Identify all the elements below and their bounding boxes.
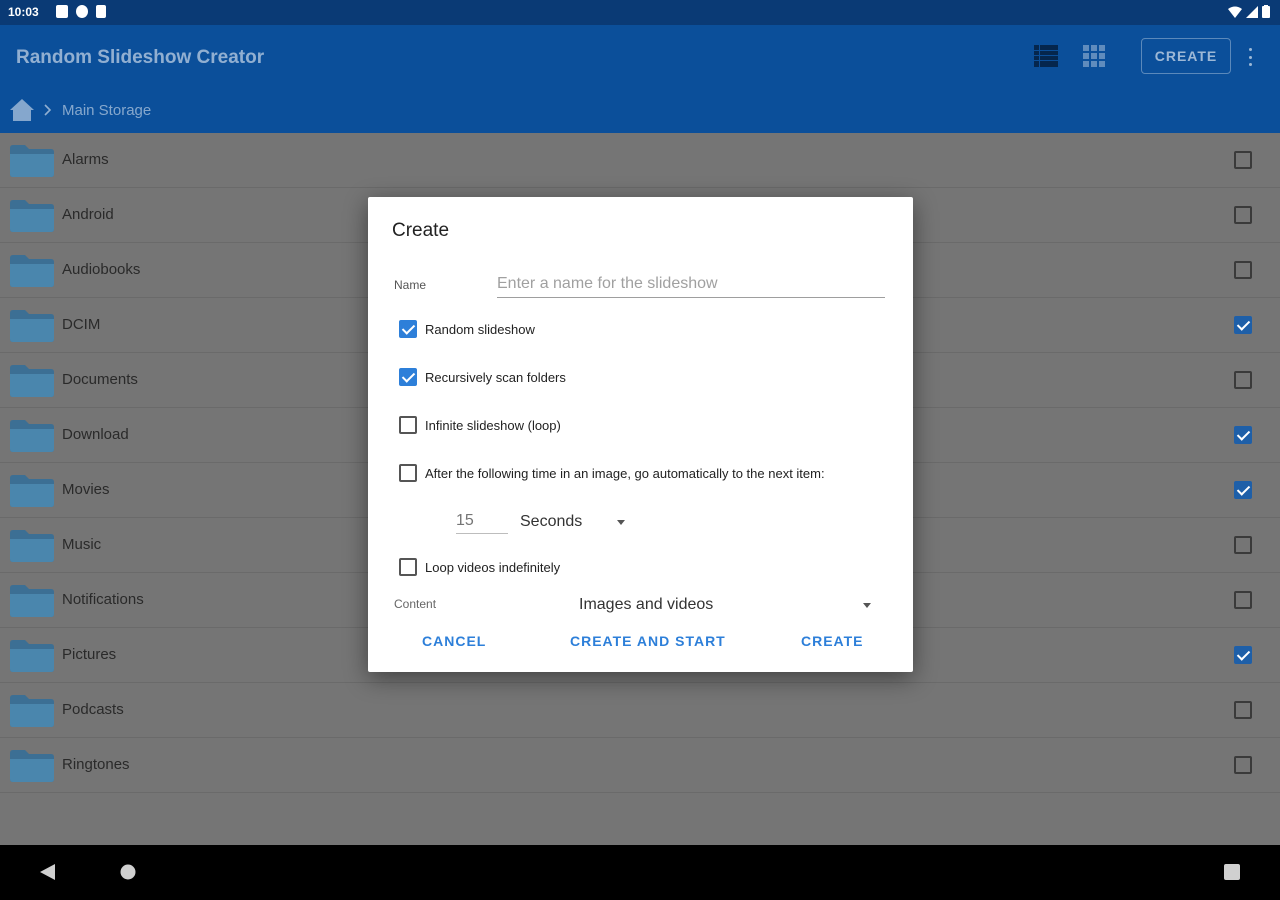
recursive-scan-checkbox[interactable] bbox=[399, 368, 417, 386]
random-slideshow-checkbox[interactable] bbox=[399, 320, 417, 338]
grid-view-icon bbox=[1083, 45, 1105, 67]
status-time: 10:03 bbox=[8, 5, 39, 19]
dialog-create-button[interactable]: CREATE bbox=[801, 633, 864, 649]
folder-checkbox[interactable] bbox=[1234, 536, 1252, 554]
folder-icon bbox=[10, 530, 54, 562]
overflow-menu-button[interactable] bbox=[1244, 45, 1256, 69]
folder-icon bbox=[10, 640, 54, 672]
folder-checkbox[interactable] bbox=[1234, 261, 1252, 279]
random-slideshow-option[interactable]: Random slideshow bbox=[399, 320, 535, 338]
folder-row[interactable]: Ringtones bbox=[0, 738, 1280, 793]
loop-videos-checkbox[interactable] bbox=[399, 558, 417, 576]
folder-icon bbox=[10, 420, 54, 452]
recursive-scan-option[interactable]: Recursively scan folders bbox=[399, 368, 566, 386]
folder-name: Download bbox=[62, 426, 129, 443]
folder-icon bbox=[10, 750, 54, 782]
overflow-dot bbox=[1248, 55, 1252, 59]
folder-name: Music bbox=[62, 536, 102, 553]
folder-checkbox[interactable] bbox=[1234, 426, 1252, 444]
folder-checkbox[interactable] bbox=[1234, 371, 1252, 389]
create-dialog: Create Name Random slideshow Recursively… bbox=[368, 197, 913, 672]
folder-checkbox[interactable] bbox=[1234, 646, 1252, 664]
content-label: Content bbox=[394, 597, 437, 611]
folder-checkbox[interactable] bbox=[1234, 151, 1252, 169]
app-title: Random Slideshow Creator bbox=[16, 47, 265, 68]
folder-icon bbox=[10, 475, 54, 507]
dropdown-arrow-icon bbox=[617, 519, 625, 525]
cancel-button[interactable]: CANCEL bbox=[422, 633, 486, 649]
auto-next-checkbox[interactable] bbox=[399, 464, 417, 482]
list-view-icon bbox=[1034, 45, 1058, 67]
folder-name: Movies bbox=[62, 481, 110, 498]
time-unit-dropdown[interactable]: Seconds bbox=[520, 510, 625, 534]
notification-icons bbox=[56, 5, 106, 18]
recents-icon[interactable] bbox=[1224, 864, 1240, 880]
create-button[interactable]: CREATE bbox=[1141, 38, 1231, 74]
content-value: Images and videos bbox=[579, 596, 714, 613]
folder-name: DCIM bbox=[62, 316, 101, 333]
random-slideshow-label: Random slideshow bbox=[425, 321, 535, 337]
signal-icon bbox=[1246, 5, 1258, 18]
status-bar: 10:03 bbox=[0, 0, 1280, 25]
folder-icon bbox=[10, 365, 54, 397]
list-view-button[interactable] bbox=[1034, 45, 1058, 72]
dialog-title: Create bbox=[392, 220, 450, 241]
folder-checkbox[interactable] bbox=[1234, 756, 1252, 774]
seconds-input[interactable] bbox=[456, 509, 508, 534]
folder-icon bbox=[10, 695, 54, 727]
folder-name: Pictures bbox=[62, 646, 117, 663]
folder-name: Notifications bbox=[62, 591, 144, 608]
content-dropdown[interactable]: Images and videos bbox=[579, 594, 871, 616]
folder-icon bbox=[10, 585, 54, 617]
infinite-slideshow-option[interactable]: Infinite slideshow (loop) bbox=[399, 416, 561, 434]
folder-checkbox[interactable] bbox=[1234, 206, 1252, 224]
folder-checkbox[interactable] bbox=[1234, 701, 1252, 719]
folder-icon bbox=[10, 200, 54, 232]
create-and-start-button[interactable]: CREATE AND START bbox=[570, 633, 726, 649]
folder-icon bbox=[10, 310, 54, 342]
name-input[interactable] bbox=[497, 271, 885, 298]
navigation-bar bbox=[0, 845, 1280, 900]
folder-icon bbox=[10, 255, 54, 287]
loop-videos-option[interactable]: Loop videos indefinitely bbox=[399, 558, 560, 576]
folder-name: Podcasts bbox=[62, 701, 124, 718]
overflow-dot bbox=[1248, 63, 1252, 66]
folder-name: Alarms bbox=[62, 151, 109, 168]
infinite-slideshow-checkbox[interactable] bbox=[399, 416, 417, 434]
folder-checkbox[interactable] bbox=[1234, 481, 1252, 499]
wifi-icon bbox=[1228, 6, 1242, 18]
notification-icon bbox=[76, 5, 88, 18]
back-icon[interactable] bbox=[40, 864, 55, 880]
auto-next-label: After the following time in an image, go… bbox=[425, 465, 825, 481]
time-unit-value: Seconds bbox=[520, 513, 583, 530]
loop-videos-label: Loop videos indefinitely bbox=[425, 559, 561, 575]
breadcrumb: Main Storage bbox=[10, 99, 151, 121]
folder-name: Audiobooks bbox=[62, 261, 141, 278]
dropdown-arrow-icon bbox=[863, 602, 871, 608]
system-indicators bbox=[1228, 5, 1270, 18]
folder-row[interactable]: Alarms bbox=[0, 133, 1280, 188]
app-bar: Random Slideshow Creator CREATE Main Sto… bbox=[0, 25, 1280, 133]
auto-next-option[interactable]: After the following time in an image, go… bbox=[399, 464, 825, 482]
folder-checkbox[interactable] bbox=[1234, 316, 1252, 334]
name-label: Name bbox=[394, 278, 427, 292]
grid-view-button[interactable] bbox=[1083, 45, 1105, 72]
sd-card-icon bbox=[96, 5, 106, 18]
home-icon[interactable] bbox=[10, 99, 34, 121]
folder-row[interactable]: Podcasts bbox=[0, 683, 1280, 738]
notification-icon bbox=[56, 5, 68, 18]
chevron-right-icon bbox=[44, 104, 52, 116]
folder-checkbox[interactable] bbox=[1234, 591, 1252, 609]
folder-icon bbox=[10, 145, 54, 177]
recursive-scan-label: Recursively scan folders bbox=[425, 369, 566, 385]
infinite-slideshow-label: Infinite slideshow (loop) bbox=[425, 417, 561, 433]
breadcrumb-main-storage[interactable]: Main Storage bbox=[62, 102, 151, 119]
battery-icon bbox=[1262, 5, 1270, 18]
folder-name: Android bbox=[62, 206, 114, 223]
folder-name: Documents bbox=[62, 371, 138, 388]
overflow-dot bbox=[1248, 48, 1252, 51]
home-nav-icon[interactable] bbox=[120, 864, 136, 880]
folder-name: Ringtones bbox=[62, 756, 130, 773]
